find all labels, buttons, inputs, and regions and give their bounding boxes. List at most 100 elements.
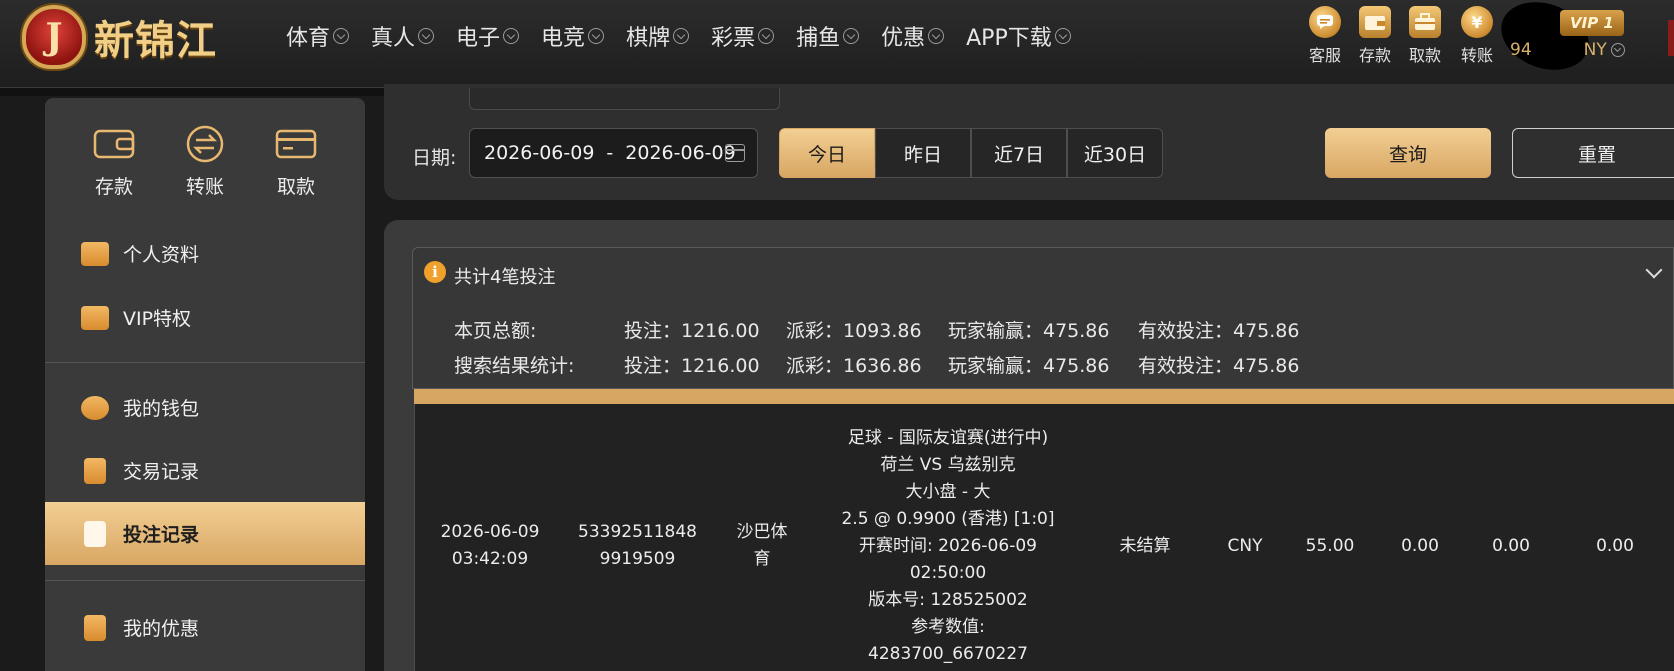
bet-time: 03:42:09 bbox=[451, 549, 529, 569]
summary-bet: 投注：1216.00 bbox=[624, 355, 760, 377]
sidebar-item-promotions[interactable]: 我的优惠 bbox=[45, 596, 365, 659]
range-7days-button[interactable]: 近7日 bbox=[971, 128, 1067, 178]
edge-decoration bbox=[1668, 20, 1674, 56]
summary-valid-bet: 有效投注：475.86 bbox=[1138, 320, 1300, 342]
cell-value: 0.00 bbox=[1401, 536, 1439, 556]
order-number-part: 53392511848 bbox=[578, 522, 697, 542]
sidebar-quick-label: 存款 bbox=[94, 176, 133, 198]
chevron-down-icon bbox=[928, 28, 945, 44]
brand-logo[interactable]: J 新锦江 bbox=[22, 4, 217, 70]
detail-line: 参考数值: bbox=[911, 617, 985, 637]
cell-bet-details: 足球 - 国际友谊赛(进行中) 荷兰 VS 乌兹别克 大小盘 - 大 2.5 @… bbox=[808, 425, 1088, 668]
range-yesterday-button[interactable]: 昨日 bbox=[875, 128, 971, 178]
date-separator: - bbox=[606, 142, 614, 164]
sidebar-deposit-button[interactable]: 存款 bbox=[79, 126, 149, 222]
sidebar-item-label: 我的钱包 bbox=[123, 398, 200, 420]
order-number-part: 9919509 bbox=[599, 549, 676, 569]
nav-label: 棋牌 bbox=[626, 26, 671, 51]
nav-item-fishing[interactable]: 捕鱼 bbox=[796, 20, 860, 52]
range-today-button[interactable]: 今日 bbox=[779, 128, 875, 178]
summary-bet: 投注：1216.00 bbox=[624, 320, 760, 342]
nav-label: 电竞 bbox=[541, 26, 586, 51]
reset-button[interactable]: 重置 bbox=[1512, 128, 1674, 178]
date-label: 日期: bbox=[412, 147, 457, 169]
sidebar-item-label: VIP特权 bbox=[123, 308, 192, 330]
wallet-icon bbox=[93, 126, 135, 162]
nav-label: APP下载 bbox=[966, 26, 1052, 51]
nav-item-slots[interactable]: 电子 bbox=[456, 20, 520, 52]
sidebar-item-profile[interactable]: 个人资料 bbox=[45, 222, 365, 285]
summary-player-win: 玩家输赢：475.86 bbox=[948, 320, 1110, 342]
nav-item-lottery[interactable]: 彩票 bbox=[711, 20, 775, 52]
range-30days-button[interactable]: 近30日 bbox=[1067, 128, 1163, 178]
sidebar-item-wallet[interactable]: 我的钱包 bbox=[45, 376, 365, 439]
chevron-down-icon bbox=[503, 28, 520, 44]
vip-badge[interactable]: VIP 1 bbox=[1560, 10, 1624, 36]
sidebar-item-transactions[interactable]: 交易记录 bbox=[45, 439, 365, 502]
detail-line: 2.5 @ 0.9900 (香港) [1:0] bbox=[841, 509, 1055, 529]
summary-title: 共计4笔投注 bbox=[454, 267, 556, 288]
nav-label: 电子 bbox=[456, 26, 501, 51]
cell-bet-time: 2026-06-09 03:42:09 bbox=[430, 519, 550, 573]
query-button[interactable]: 查询 bbox=[1325, 128, 1491, 178]
detail-line: 开赛时间: 2026-06-09 bbox=[859, 536, 1037, 556]
nav-item-promotions[interactable]: 优惠 bbox=[881, 20, 945, 52]
cell-bet-amount: 55.00 bbox=[1305, 536, 1355, 556]
wallet-icon bbox=[1359, 6, 1391, 38]
detail-line: 02:50:00 bbox=[909, 563, 987, 583]
bet-record-icon bbox=[84, 520, 106, 547]
header-deposit[interactable]: 存款 bbox=[1350, 6, 1400, 66]
calendar-icon bbox=[725, 144, 745, 162]
header-transfer[interactable]: ¥ 转账 bbox=[1452, 6, 1502, 66]
nav-item-cards[interactable]: 棋牌 bbox=[626, 20, 690, 52]
id-card-icon bbox=[81, 241, 109, 266]
briefcase-icon bbox=[1409, 6, 1441, 38]
date-range-tabs: 今日 昨日 近7日 近30日 bbox=[779, 128, 1163, 178]
chevron-down-icon bbox=[758, 28, 775, 44]
sidebar-item-vip[interactable]: VIP特权 bbox=[45, 286, 365, 349]
nav-item-live-casino[interactable]: 真人 bbox=[371, 20, 435, 52]
sidebar-item-bet-records[interactable]: 投注记录 bbox=[45, 502, 365, 565]
chevron-down-icon bbox=[843, 28, 860, 44]
yen-coin-icon: ¥ bbox=[1461, 6, 1493, 38]
cell-order-number: 53392511848 9919509 bbox=[570, 519, 705, 573]
quick-label: 转账 bbox=[1460, 46, 1493, 65]
quick-label: 取款 bbox=[1408, 46, 1441, 65]
gift-bag-icon bbox=[84, 614, 106, 641]
nav-label: 真人 bbox=[371, 26, 416, 51]
sidebar-transfer-button[interactable]: 转账 bbox=[170, 125, 240, 222]
sidebar-item-label: 投注记录 bbox=[123, 524, 200, 546]
detail-line: 足球 - 国际友谊赛(进行中) bbox=[847, 428, 1049, 448]
platform-select[interactable] bbox=[469, 88, 780, 110]
detail-line: 版本号: 128525002 bbox=[868, 590, 1028, 610]
quick-label: 存款 bbox=[1358, 46, 1391, 65]
main-nav: 体育 真人 电子 电竞 棋牌 彩票 捕鱼 优惠 APP下载 bbox=[286, 16, 1093, 56]
sidebar-quick-label: 转账 bbox=[185, 176, 224, 198]
nav-label: 捕鱼 bbox=[796, 26, 841, 51]
header-customer-service[interactable]: 客服 bbox=[1300, 6, 1350, 66]
top-navbar: J 新锦江 体育 真人 电子 电竞 棋牌 彩票 捕鱼 优惠 APP下载 客服 存… bbox=[0, 0, 1674, 88]
info-icon: i bbox=[424, 261, 446, 283]
platform-part: 育 bbox=[753, 549, 771, 569]
date-start: 2026-06-09 bbox=[484, 142, 595, 164]
nav-label: 体育 bbox=[286, 26, 331, 51]
sidebar-withdraw-button[interactable]: 取款 bbox=[261, 126, 331, 222]
balance-display[interactable]: 94 NY bbox=[1510, 40, 1625, 60]
sidebar-divider bbox=[45, 580, 365, 581]
nav-item-app-download[interactable]: APP下载 bbox=[966, 20, 1071, 52]
summary-valid-bet: 有效投注：475.86 bbox=[1138, 355, 1300, 377]
header-withdraw[interactable]: 取款 bbox=[1400, 6, 1450, 66]
nav-item-esports[interactable]: 电竞 bbox=[541, 20, 605, 52]
summary-payout: 派彩：1636.86 bbox=[786, 355, 922, 377]
summary-player-win: 玩家输赢：475.86 bbox=[948, 355, 1110, 377]
chevron-down-icon bbox=[588, 28, 605, 44]
date-range-picker[interactable]: 2026-06-09 - 2026-06-09 bbox=[469, 128, 758, 178]
sidebar-quick-actions: 存款 转账 取款 bbox=[45, 98, 365, 222]
transfer-icon bbox=[184, 125, 226, 163]
nav-item-sports[interactable]: 体育 bbox=[286, 20, 350, 52]
piggy-bank-icon bbox=[81, 395, 109, 420]
cell-platform: 沙巴体 育 bbox=[722, 519, 802, 573]
cell-value: 0.00 bbox=[1492, 536, 1530, 556]
summary-payout: 派彩：1093.86 bbox=[786, 320, 922, 342]
date-end: 2026-06-09 bbox=[625, 142, 736, 164]
